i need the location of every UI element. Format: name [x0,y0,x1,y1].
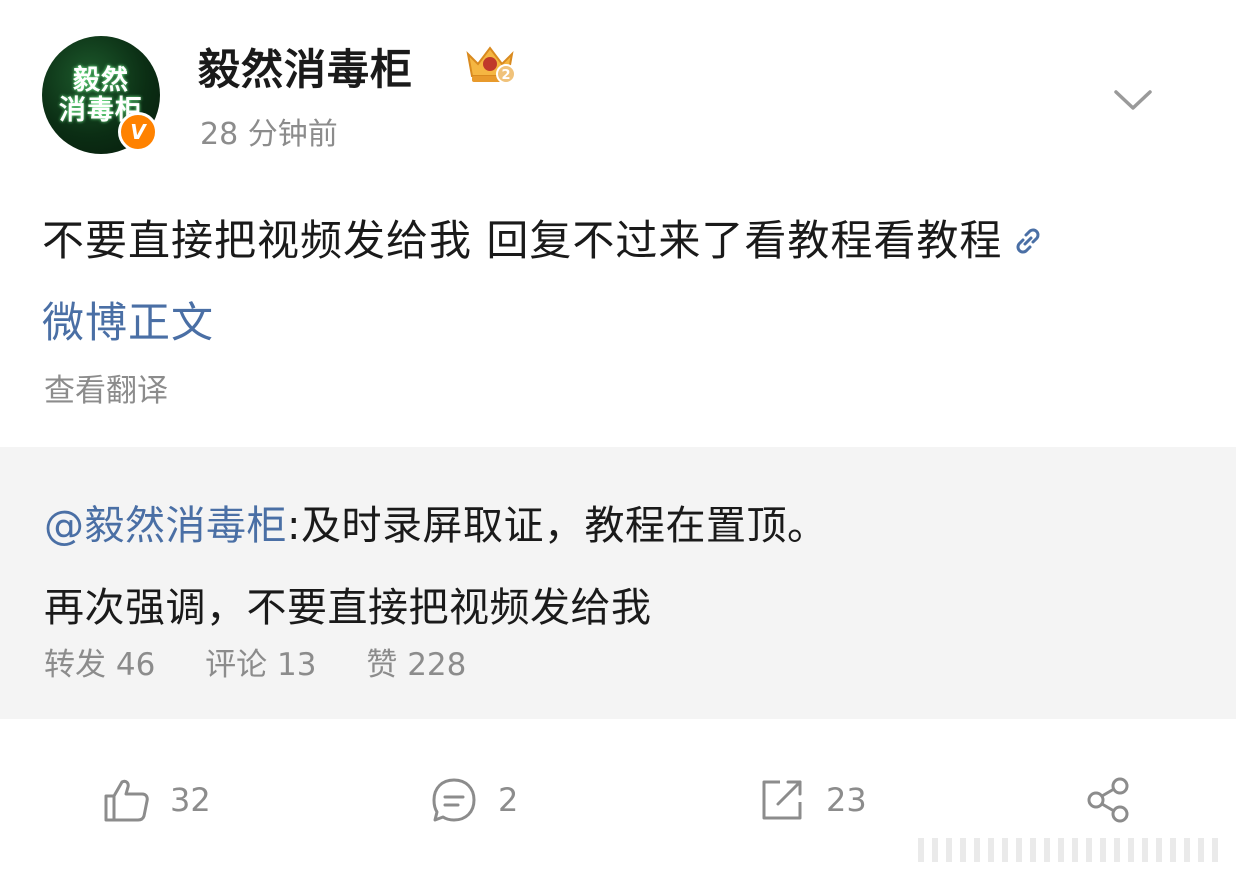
watermark [918,838,1218,862]
like-count: 32 [170,781,211,819]
thumbs-up-icon [104,779,149,822]
post-link[interactable]: 微博正文 [42,298,214,347]
post-time: 28 分钟前 [200,117,338,152]
repost-count: 23 [826,781,867,819]
post-body: 不要直接把视频发给我 回复不过来了看教程看教程微博正文 [42,200,1192,364]
comment-button[interactable]: 2 [428,768,518,832]
quote-like-stat[interactable]: 赞 228 [366,641,466,689]
quote-like-label: 赞 [366,647,398,683]
share-button[interactable] [1082,768,1134,832]
comment-count: 2 [498,781,519,819]
quote-like-count: 228 [407,647,467,683]
verified-badge-icon: V [118,112,158,152]
action-bar: 32 2 23 [0,760,1236,840]
mention-link[interactable]: @毅然消毒柜 [44,503,287,549]
avatar-text-line-1: 毅然 [73,65,129,96]
translate-link[interactable]: 查看翻译 [44,366,168,416]
repost-icon [762,780,802,820]
quoted-post[interactable]: @毅然消毒柜:及时录屏取证，教程在置顶。再次强调，不要直接把视频发给我 转发 4… [0,447,1236,719]
share-icon [1087,777,1129,823]
level-number: 2 [501,68,510,83]
link-icon [1016,228,1040,254]
quote-repost-label: 转发 [44,647,106,683]
quoted-post-text: @毅然消毒柜:及时录屏取证，教程在置顶。再次强调，不要直接把视频发给我 [44,485,1204,649]
quote-line-1: :及时录屏取证，教程在置顶。 [287,503,828,549]
quote-repost-count: 46 [115,647,156,683]
post-body-text: 不要直接把视频发给我 回复不过来了看教程看教程 [42,216,1003,265]
quote-comment-stat[interactable]: 评论 13 [205,641,316,689]
quote-repost-stat[interactable]: 转发 46 [44,641,155,689]
quote-comment-count: 13 [277,647,317,683]
author-name[interactable]: 毅然消毒柜 [198,40,413,100]
crown-level-badge-icon: 2 [466,46,516,84]
comment-bubble-icon [432,778,476,822]
like-button[interactable]: 32 [100,768,211,832]
quoted-post-stats: 转发 46 评论 13 赞 228 [44,641,506,689]
chevron-down-icon[interactable] [1108,80,1158,120]
post-header: 毅然 消毒柜 V 毅然消毒柜 2 28 分钟前 [0,0,1236,180]
quote-line-2: 再次强调，不要直接把视频发给我 [44,585,652,631]
quote-comment-label: 评论 [205,647,268,683]
repost-button[interactable]: 23 [756,768,867,832]
